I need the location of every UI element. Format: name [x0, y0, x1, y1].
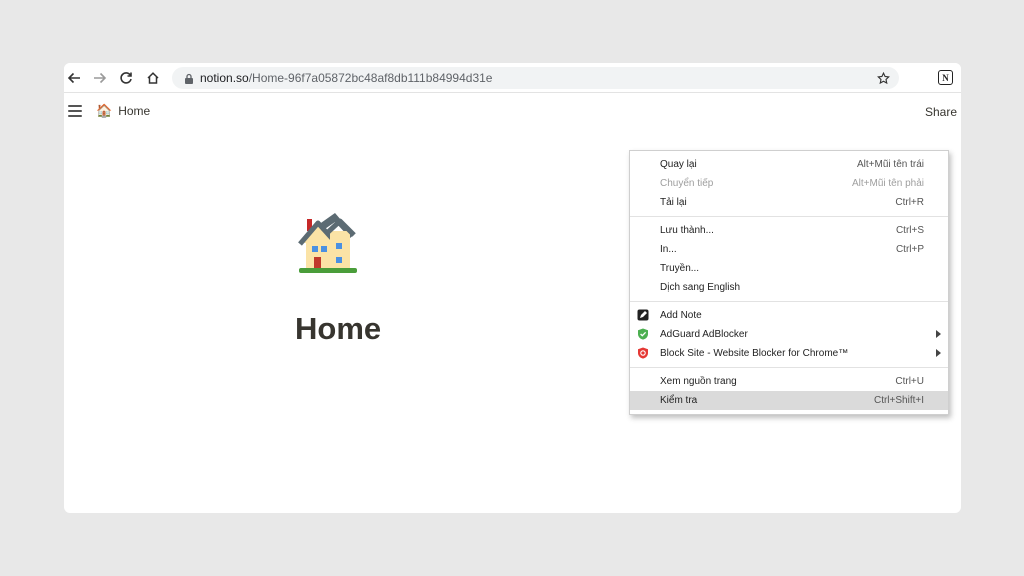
back-button[interactable]: [64, 68, 84, 88]
browser-window: notion.so/Home-96f7a05872bc48af8db111b84…: [64, 63, 961, 513]
house-icon[interactable]: [297, 211, 359, 277]
home-icon: [147, 72, 159, 84]
add-note-icon: [637, 309, 649, 321]
menu-divider: [630, 367, 948, 368]
menu-item-view-source[interactable]: Xem nguồn trang Ctrl+U: [630, 372, 948, 391]
menu-item-cast[interactable]: Truyền...: [630, 259, 948, 278]
breadcrumb[interactable]: 🏠 Home: [96, 103, 150, 119]
bookmark-star-icon[interactable]: [875, 70, 891, 86]
arrow-left-icon: [67, 72, 80, 84]
url-text: notion.so/Home-96f7a05872bc48af8db111b84…: [200, 71, 492, 85]
reload-icon: [120, 72, 132, 84]
url-domain: notion.so: [200, 71, 249, 85]
notion-topbar: 🏠 Home Share: [64, 94, 961, 130]
reload-button[interactable]: [116, 68, 136, 88]
context-menu: Quay lại Alt+Mũi tên trái Chuyển tiếp Alt+…: [629, 150, 949, 415]
forward-button[interactable]: [90, 68, 110, 88]
adguard-shield-icon: [637, 328, 649, 340]
address-bar[interactable]: notion.so/Home-96f7a05872bc48af8db111b84…: [172, 67, 899, 89]
block-site-shield-icon: [637, 347, 649, 359]
notion-extension-icon[interactable]: N: [938, 70, 953, 85]
share-button[interactable]: Share: [925, 105, 957, 119]
menu-item-block-site[interactable]: Block Site - Website Blocker for Chrome™: [630, 344, 948, 363]
lock-icon: [178, 67, 200, 89]
breadcrumb-label: Home: [118, 104, 151, 118]
page-title[interactable]: Home: [295, 311, 381, 347]
browser-toolbar: notion.so/Home-96f7a05872bc48af8db111b84…: [64, 63, 961, 93]
home-button[interactable]: [143, 68, 163, 88]
menu-item-save-as[interactable]: Lưu thành... Ctrl+S: [630, 221, 948, 240]
submenu-arrow-icon: [936, 349, 941, 357]
menu-item-translate[interactable]: Dịch sang English: [630, 278, 948, 297]
menu-item-reload[interactable]: Tải lại Ctrl+R: [630, 193, 948, 212]
arrow-right-icon: [94, 72, 107, 84]
url-path: /Home-96f7a05872bc48af8db111b84994d31e: [248, 71, 493, 85]
menu-item-print[interactable]: In... Ctrl+P: [630, 240, 948, 259]
submenu-arrow-icon: [936, 330, 941, 338]
menu-divider: [630, 216, 948, 217]
menu-item-back[interactable]: Quay lại Alt+Mũi tên trái: [630, 155, 948, 174]
menu-item-adguard[interactable]: AdGuard AdBlocker: [630, 325, 948, 344]
menu-hamburger-icon[interactable]: [68, 104, 82, 118]
menu-divider: [630, 301, 948, 302]
house-icon: 🏠: [96, 103, 113, 118]
menu-item-add-note[interactable]: Add Note: [630, 306, 948, 325]
menu-item-inspect[interactable]: Kiểm tra Ctrl+Shift+I: [630, 391, 948, 410]
menu-item-forward[interactable]: Chuyển tiếp Alt+Mũi tên phải: [630, 174, 948, 193]
